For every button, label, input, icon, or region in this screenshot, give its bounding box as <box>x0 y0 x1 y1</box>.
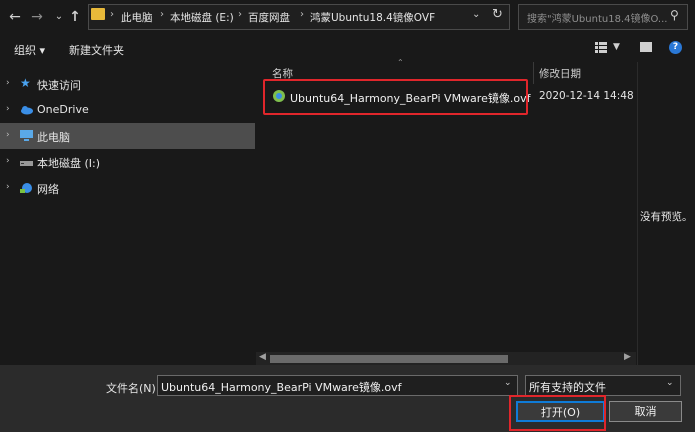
network-icon <box>20 183 32 193</box>
sidebar-item-quick-access[interactable]: › ★ 快速访问 <box>0 71 255 97</box>
chevron-down-icon[interactable]: ⌄ <box>666 378 674 388</box>
chevron-right-icon[interactable]: › <box>6 156 10 166</box>
chevron-right-icon: › <box>110 9 114 20</box>
chevron-right-icon[interactable]: › <box>6 130 10 140</box>
chevron-right-icon[interactable]: › <box>6 78 10 88</box>
chevron-right-icon: › <box>238 9 242 20</box>
folder-icon <box>91 8 105 20</box>
cancel-button[interactable]: 取消 <box>609 401 682 422</box>
chevron-right-icon[interactable]: › <box>6 104 10 114</box>
filename-value: Ubuntu64_Harmony_BearPi VMware镜像.ovf <box>161 381 402 394</box>
new-folder-button[interactable]: 新建文件夹 <box>69 42 124 58</box>
drive-icon <box>20 161 33 166</box>
search-icon[interactable]: ⚲ <box>670 8 679 22</box>
view-dropdown-icon[interactable]: ▼ <box>613 42 620 52</box>
chevron-right-icon: › <box>300 9 304 20</box>
filetype-value: 所有支持的文件 <box>529 381 606 394</box>
sidebar-item-label: 本地磁盘 (I:) <box>37 157 101 170</box>
sidebar-item-network[interactable]: › 网络 <box>0 175 255 201</box>
scrollbar-thumb[interactable] <box>270 355 508 363</box>
column-divider[interactable] <box>533 62 534 84</box>
annotation-highlight-file <box>263 79 528 115</box>
sidebar-item-label: 快速访问 <box>37 79 81 92</box>
preview-pane-icon[interactable] <box>640 42 652 52</box>
no-preview-text: 没有预览。 <box>640 211 693 223</box>
back-button[interactable]: ← <box>6 8 24 26</box>
help-icon[interactable]: ? <box>669 41 682 54</box>
breadcrumb-baidu[interactable]: 百度网盘 <box>248 10 290 25</box>
organize-button[interactable]: 组织 ▾ <box>14 42 45 58</box>
chevron-down-icon[interactable]: ⌄ <box>472 9 480 20</box>
refresh-icon[interactable]: ↻ <box>492 7 503 22</box>
sidebar-item-onedrive[interactable]: › OneDrive <box>0 97 255 123</box>
annotation-highlight-open <box>509 395 606 431</box>
column-header-date[interactable]: 修改日期 <box>539 66 581 81</box>
computer-icon <box>20 130 33 141</box>
sidebar-item-label: 此电脑 <box>37 131 70 144</box>
chevron-right-icon: › <box>160 9 164 20</box>
file-date: 2020-12-14 14:48 <box>539 90 634 102</box>
scroll-left-icon[interactable]: ◀ <box>259 352 266 362</box>
breadcrumb-current-folder[interactable]: 鸿蒙Ubuntu18.4镜像OVF <box>310 10 435 25</box>
up-button[interactable]: ↑ <box>66 8 84 26</box>
sort-ascending-icon: ⌃ <box>397 58 404 67</box>
cloud-icon <box>21 106 33 115</box>
sidebar-item-drive-i[interactable]: › 本地磁盘 (I:) <box>0 149 255 175</box>
forward-button[interactable]: → <box>28 8 46 26</box>
search-placeholder: 搜索"鸿蒙Ubuntu18.4镜像O... <box>527 14 668 25</box>
chevron-right-icon[interactable]: › <box>6 182 10 192</box>
breadcrumb-this-pc[interactable]: 此电脑 <box>121 10 153 25</box>
view-options-icon[interactable] <box>595 42 607 53</box>
sidebar-item-label: OneDrive <box>37 103 89 116</box>
filename-label: 文件名(N): <box>106 382 160 395</box>
scroll-right-icon[interactable]: ▶ <box>624 352 631 362</box>
sidebar-item-label: 网络 <box>37 183 59 196</box>
chevron-down-icon[interactable]: ⌄ <box>504 378 512 388</box>
star-icon: ★ <box>20 76 31 90</box>
breadcrumb-drive-e[interactable]: 本地磁盘 (E:) <box>170 10 234 25</box>
sidebar-item-this-pc[interactable]: › 此电脑 <box>0 123 255 149</box>
